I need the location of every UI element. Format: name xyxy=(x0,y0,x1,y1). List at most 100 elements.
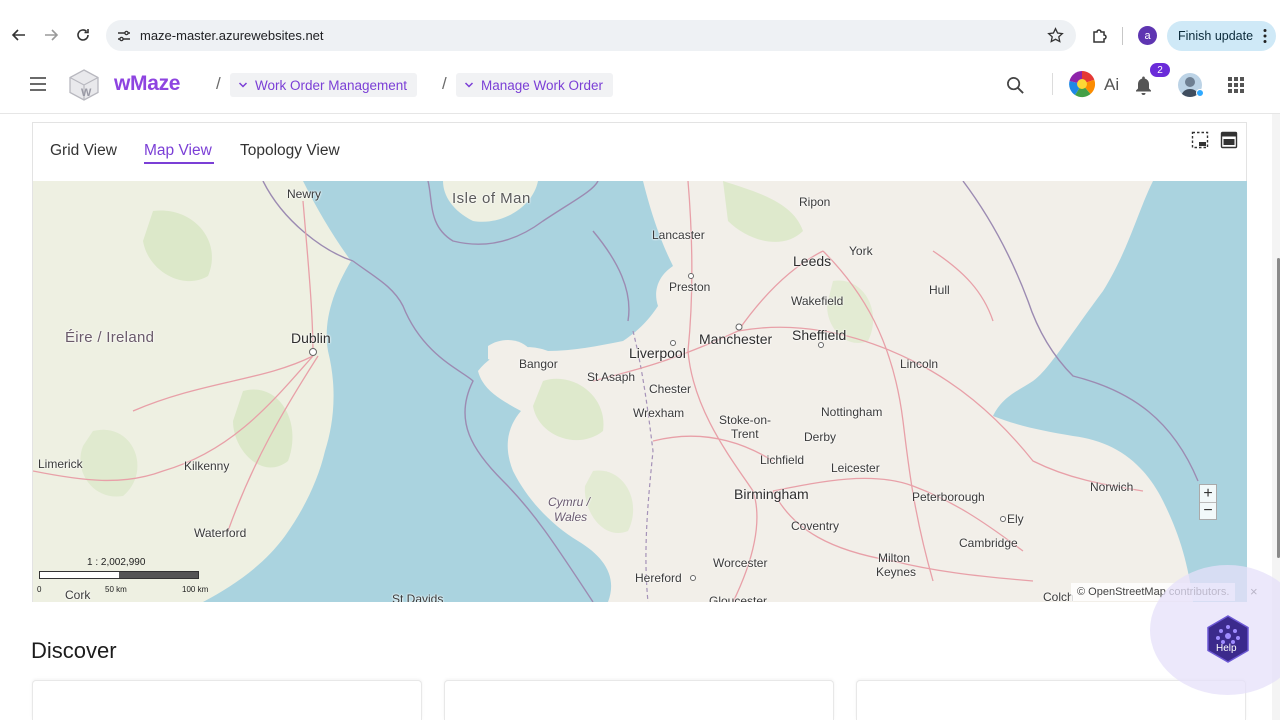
map-label: Hull xyxy=(929,283,950,297)
discover-card[interactable] xyxy=(444,680,834,720)
brand-name[interactable]: wMaze xyxy=(114,72,180,96)
ai-label[interactable]: Ai xyxy=(1104,75,1119,95)
map-label: Birmingham xyxy=(734,486,809,502)
map-label: Cambridge xyxy=(959,536,1018,550)
map-label: St Asaph xyxy=(587,370,636,384)
map-label: Kilkenny xyxy=(184,459,230,473)
map-label: Colch xyxy=(1043,590,1074,602)
map-label: Wales xyxy=(554,510,588,524)
map-label: Leicester xyxy=(831,461,880,475)
map-label: Preston xyxy=(669,280,711,294)
map-label: Sheffield xyxy=(792,327,847,343)
finish-update-button[interactable]: Finish update xyxy=(1167,21,1276,51)
breadcrumb-manage-work-order[interactable]: Manage Work Order xyxy=(456,73,614,97)
star-icon[interactable] xyxy=(1047,27,1064,44)
map-label: Lancaster xyxy=(652,228,705,242)
help-label[interactable]: Help xyxy=(1216,643,1237,654)
map-label: Gloucester xyxy=(709,594,768,602)
map-label: Isle of Man xyxy=(452,190,531,207)
map-label: Keynes xyxy=(876,565,917,579)
address-bar[interactable]: maze-master.azurewebsites.net xyxy=(106,20,1076,51)
scale-tick: 50 km xyxy=(105,585,127,594)
map-label: Nottingham xyxy=(821,405,883,419)
tab-topology-view[interactable]: Topology View xyxy=(240,142,340,160)
breadcrumb-label: Work Order Management xyxy=(255,77,408,93)
map-label: Chester xyxy=(649,382,692,396)
grid-icon[interactable] xyxy=(1228,77,1244,93)
map-label: Peterborough xyxy=(912,490,985,504)
map-label: Waterford xyxy=(194,526,247,540)
fullscreen-icon[interactable] xyxy=(1220,131,1238,149)
svg-text:W: W xyxy=(81,87,92,99)
more-vert-icon xyxy=(1263,29,1267,43)
active-tab-indicator xyxy=(144,162,214,164)
select-area-icon[interactable] xyxy=(1191,131,1209,149)
map-label: Norwich xyxy=(1090,480,1134,494)
tab-map-view[interactable]: Map View xyxy=(144,142,212,160)
header-divider xyxy=(1052,73,1053,95)
map-label: Hereford xyxy=(635,571,682,585)
map-label: Ely xyxy=(1007,512,1024,526)
map-label: St Davids xyxy=(392,592,444,602)
map-label: Ripon xyxy=(799,195,831,209)
map-label: Derby xyxy=(804,430,837,444)
scale-tick: 100 km xyxy=(182,585,209,594)
url-text[interactable]: maze-master.azurewebsites.net xyxy=(140,28,324,43)
chevron-down-icon xyxy=(464,82,474,88)
online-status-dot xyxy=(1196,89,1204,97)
map-label: Worcester xyxy=(713,556,768,570)
back-arrow-icon[interactable] xyxy=(8,24,30,46)
wmaze-logo-icon: W xyxy=(69,69,99,101)
map-label: Dublin xyxy=(291,330,331,346)
finish-update-label: Finish update xyxy=(1178,29,1254,43)
discover-heading: Discover xyxy=(31,638,117,663)
breadcrumb-separator: / xyxy=(442,74,447,93)
ai-assistant-icon[interactable] xyxy=(1068,70,1096,98)
notification-badge: 2 xyxy=(1150,63,1170,77)
help-icon[interactable] xyxy=(1205,614,1251,664)
map-label: York xyxy=(849,244,873,258)
map-label: Liverpool xyxy=(629,345,686,361)
map-label: Milton xyxy=(878,551,911,565)
map-canvas[interactable]: Newry Isle of Man Ripon Lancaster York L… xyxy=(33,181,1247,602)
hamburger-icon[interactable] xyxy=(28,76,48,92)
tune-icon[interactable] xyxy=(116,28,132,44)
zoom-out-button[interactable]: − xyxy=(1200,502,1216,519)
work-order-view-card: Grid View Map View Topology View Newry I… xyxy=(32,122,1247,602)
breadcrumb-separator: / xyxy=(216,74,221,93)
profile-avatar[interactable]: a xyxy=(1138,26,1157,45)
map-label: Cymru / xyxy=(548,495,590,509)
map-label: Stoke-on- xyxy=(719,413,772,427)
bell-icon[interactable] xyxy=(1134,75,1153,95)
map-zoom-controls: + − xyxy=(1199,484,1217,520)
forward-arrow-icon[interactable] xyxy=(40,24,62,46)
map-label: Bangor xyxy=(519,357,558,371)
map-label: Lichfield xyxy=(760,453,805,467)
map-label: Wrexham xyxy=(633,406,685,420)
puzzle-icon[interactable] xyxy=(1090,26,1110,46)
tab-grid-view[interactable]: Grid View xyxy=(50,142,117,160)
map-label: Leeds xyxy=(793,253,832,269)
map-label: Trent xyxy=(731,427,759,441)
search-icon[interactable] xyxy=(1006,76,1025,95)
map-label: Coventry xyxy=(791,519,840,533)
map-label: Lincoln xyxy=(900,357,939,371)
map-label: Manchester xyxy=(699,331,773,347)
map-label: Éire / Ireland xyxy=(65,329,155,346)
scale-ratio: 1 : 2,002,990 xyxy=(87,557,146,568)
reload-icon[interactable] xyxy=(72,24,94,46)
browser-toolbar: maze-master.azurewebsites.net a Finish u… xyxy=(0,0,1280,56)
map-label: Newry xyxy=(287,187,322,201)
map-label: Wakefield xyxy=(791,294,844,308)
map-label: Cork xyxy=(65,588,91,602)
discover-card[interactable] xyxy=(32,680,422,720)
zoom-in-button[interactable]: + xyxy=(1200,485,1216,502)
breadcrumb-work-order-management[interactable]: Work Order Management xyxy=(230,73,418,97)
scale-tick: 0 xyxy=(37,585,42,594)
scale-bar xyxy=(39,571,199,579)
breadcrumb-label: Manage Work Order xyxy=(481,77,604,93)
map-label: Limerick xyxy=(38,457,83,471)
app-header: W wMaze / Work Order Management / Manage… xyxy=(0,56,1280,114)
toolbar-divider xyxy=(1122,27,1123,45)
chevron-down-icon xyxy=(238,82,248,88)
